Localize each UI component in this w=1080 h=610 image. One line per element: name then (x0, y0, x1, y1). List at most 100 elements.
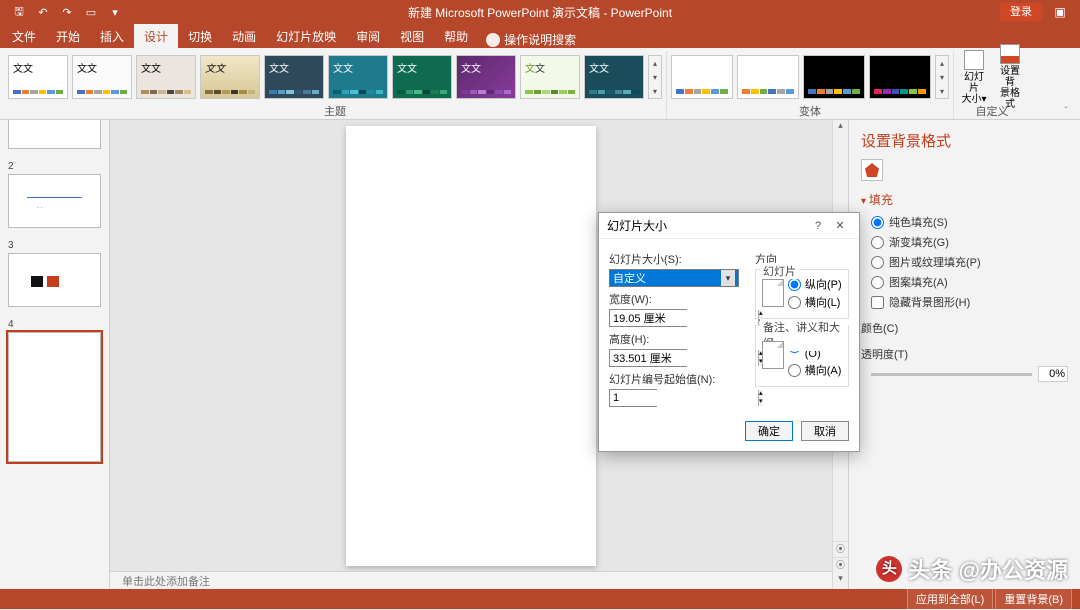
theme-thumb[interactable]: 文文 (136, 55, 196, 99)
chevron-down-icon: ▾ (721, 270, 735, 286)
variants-gallery: ▴▾▾ (671, 51, 949, 103)
slide-canvas[interactable] (346, 126, 596, 566)
slide-thumbnail[interactable] (8, 120, 101, 149)
slide-thumbnail[interactable]: - - (8, 174, 101, 228)
size-select[interactable]: 自定义 ▾ (609, 269, 739, 287)
variants-more-button[interactable]: ▴▾▾ (935, 55, 949, 99)
theme-thumb[interactable]: 文文 (200, 55, 260, 99)
cancel-button[interactable]: 取消 (801, 421, 849, 441)
watermark-icon: 头 (876, 556, 902, 582)
number-from-input[interactable] (610, 390, 758, 406)
theme-thumb[interactable]: 文文 (8, 55, 68, 99)
slide-size-button[interactable]: 幻灯片大小▾ (958, 48, 990, 107)
tab-transitions[interactable]: 切换 (178, 24, 222, 48)
login-button[interactable]: 登录 (1000, 3, 1042, 21)
slide-thumbnails-panel[interactable]: 1 2 - - 3 4 (0, 120, 110, 589)
transparency-value[interactable]: 0% (1038, 366, 1068, 382)
variant-thumb[interactable] (671, 55, 733, 99)
theme-thumb[interactable]: 文文 (584, 55, 644, 99)
height-input[interactable] (610, 350, 758, 366)
help-icon[interactable]: ? (807, 220, 829, 232)
group-variants: ▴▾▾ 变体 (667, 51, 954, 119)
group-label-themes: 主题 (324, 103, 346, 117)
window-title: 新建 Microsoft PowerPoint 演示文稿 - PowerPoin… (408, 4, 672, 21)
group-label-custom: 自定义 (976, 103, 1009, 117)
apply-all-button[interactable]: 应用到全部(L) (907, 588, 993, 610)
variant-thumb[interactable] (803, 55, 865, 99)
scroll-up-icon[interactable]: ▴ (833, 120, 848, 136)
checkbox-hide-bg[interactable]: 隐藏背景图形(H) (871, 294, 1068, 310)
radio-pattern-fill[interactable]: 图案填充(A) (871, 274, 1068, 290)
tab-insert[interactable]: 插入 (90, 24, 134, 48)
number-from-spinner[interactable]: ▴▾ (609, 389, 657, 407)
prev-slide-icon[interactable]: ⦿ (833, 541, 848, 557)
format-background-pane: 设置背景格式 填充 纯色填充(S) 渐变填充(G) 图片或纹理填充(P) 图案填… (848, 120, 1080, 589)
tab-view[interactable]: 视图 (390, 24, 434, 48)
notes-placeholder[interactable]: 单击此处添加备注 (110, 571, 832, 589)
tab-design[interactable]: 设计 (134, 24, 178, 48)
variant-thumb[interactable] (737, 55, 799, 99)
radio-slides-landscape[interactable]: 横向(L) (788, 294, 842, 310)
next-slide-icon[interactable]: ⦿ (833, 557, 848, 573)
dialog-title: 幻灯片大小 (607, 217, 807, 234)
tab-help[interactable]: 帮助 (434, 24, 478, 48)
tab-slideshow[interactable]: 幻灯片放映 (266, 24, 346, 48)
window-controls: 登录 ▣ — (1000, 2, 1074, 22)
collapse-ribbon-icon[interactable]: ˇ (1056, 51, 1076, 119)
scroll-down-icon[interactable]: ▾ (833, 573, 848, 589)
themes-more-button[interactable]: ▴▾▾ (648, 55, 662, 99)
group-themes: 文文 文文 文文 文文 文文 文文 文文 文文 文文 文文 ▴▾▾ 主题 (4, 51, 667, 119)
number-from-label: 幻灯片编号起始值(N): (609, 371, 745, 387)
redo-icon[interactable]: ↷ (56, 2, 78, 22)
theme-thumb[interactable]: 文文 (328, 55, 388, 99)
theme-thumb[interactable]: 文文 (392, 55, 452, 99)
tab-home[interactable]: 开始 (46, 24, 90, 48)
radio-solid-fill[interactable]: 纯色填充(S) (871, 214, 1068, 230)
theme-thumb[interactable]: 文文 (72, 55, 132, 99)
height-spinner[interactable]: ▴▾ (609, 349, 687, 367)
width-input[interactable] (610, 310, 758, 326)
pane-title: 设置背景格式 (861, 130, 1068, 151)
theme-thumb[interactable]: 文文 (264, 55, 324, 99)
save-icon[interactable]: 🖫 (8, 2, 30, 22)
tab-animations[interactable]: 动画 (222, 24, 266, 48)
ribbon-display-icon[interactable]: ▣ (1046, 2, 1074, 22)
reset-bg-button[interactable]: 重置背景(B) (995, 588, 1072, 610)
slide-thumbnail[interactable] (8, 253, 101, 307)
theme-thumb[interactable]: 文文 (456, 55, 516, 99)
notes-orientation-group: 备注、讲义和大纲 纵向(O) 横向(A) (755, 325, 849, 387)
radio-gradient-fill[interactable]: 渐变填充(G) (871, 234, 1068, 250)
tell-me-search[interactable]: 操作说明搜索 (486, 31, 576, 48)
qat-more-icon[interactable]: ▾ (104, 2, 126, 22)
tell-me-label: 操作说明搜索 (504, 31, 576, 48)
fill-section-header[interactable]: 填充 (861, 191, 1068, 208)
fill-bucket-icon[interactable] (861, 159, 883, 181)
format-background-button[interactable]: 设置背景格式 (994, 42, 1026, 112)
slide-size-label: 幻灯片大小▾ (960, 72, 988, 105)
slide-number: 4 (8, 319, 101, 330)
dialog-titlebar[interactable]: 幻灯片大小 ? ✕ (599, 213, 859, 239)
transparency-slider[interactable] (871, 373, 1032, 376)
slide-thumbnail[interactable] (8, 332, 101, 462)
slides-legend: 幻灯片 (760, 263, 799, 279)
tab-file[interactable]: 文件 (2, 24, 46, 48)
bulb-icon (486, 33, 500, 47)
theme-thumb[interactable]: 文文 (520, 55, 580, 99)
slide-size-dialog: 幻灯片大小 ? ✕ 幻灯片大小(S): 自定义 ▾ 宽度(W): ▴▾ 高度(H… (598, 212, 860, 452)
size-select-value: 自定义 (613, 270, 646, 286)
slide-number: 3 (8, 240, 101, 251)
start-from-beginning-icon[interactable]: ▭ (80, 2, 102, 22)
radio-picture-fill[interactable]: 图片或纹理填充(P) (871, 254, 1068, 270)
slide-number: 2 (8, 161, 101, 172)
tab-review[interactable]: 审阅 (346, 24, 390, 48)
width-spinner[interactable]: ▴▾ (609, 309, 687, 327)
ok-button[interactable]: 确定 (745, 421, 793, 441)
page-portrait-icon (762, 279, 784, 307)
slide-size-icon (964, 50, 984, 70)
width-label: 宽度(W): (609, 291, 745, 307)
undo-icon[interactable]: ↶ (32, 2, 54, 22)
variant-thumb[interactable] (869, 55, 931, 99)
radio-notes-landscape[interactable]: 横向(A) (788, 362, 842, 378)
title-bar: 🖫 ↶ ↷ ▭ ▾ 新建 Microsoft PowerPoint 演示文稿 -… (0, 0, 1080, 24)
close-icon[interactable]: ✕ (829, 219, 851, 232)
